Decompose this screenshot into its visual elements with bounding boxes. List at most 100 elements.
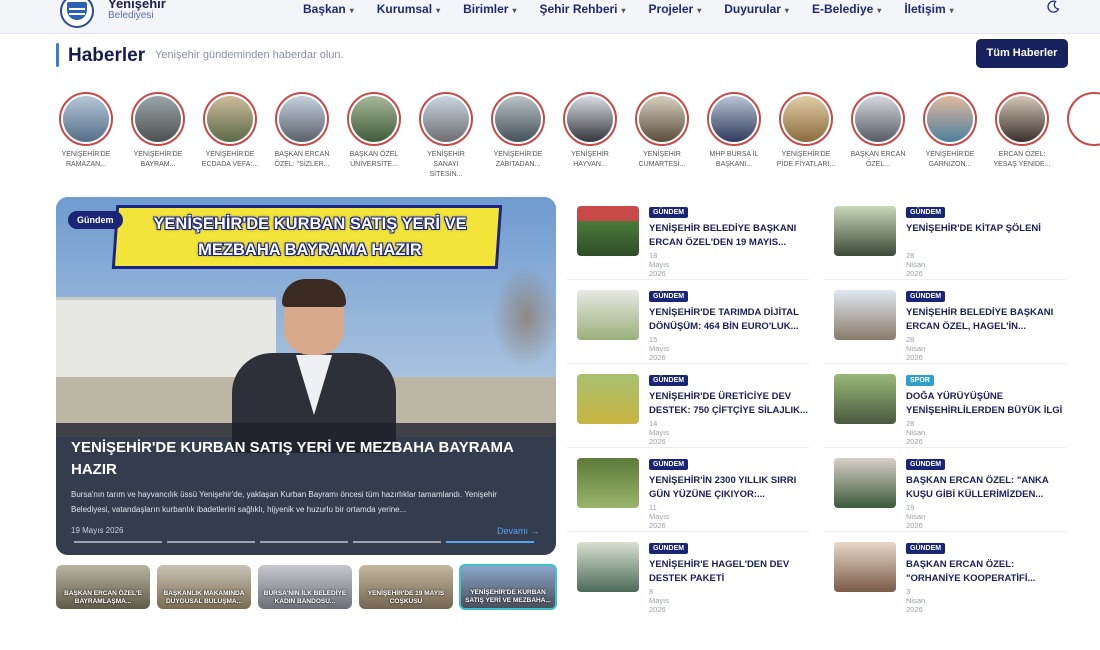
slider-thumbnail-active[interactable]: YENİŞEHİR'DE KURBAN SATIŞ YERİ VE MEZBAH… xyxy=(459,564,557,610)
story-caption: YENİŞEHİR HAYVAN... xyxy=(560,150,620,170)
nav-label: Başkan xyxy=(303,2,346,16)
nav-label: Şehir Rehberi xyxy=(539,2,618,16)
story-caption-line: MHP BURSA İL xyxy=(709,151,759,158)
news-date: 3 Nisan 2026 xyxy=(906,587,926,614)
hero-title[interactable]: YENİŞEHİR'DE KURBAN SATIŞ YERİ VE MEZBAH… xyxy=(71,437,551,481)
story-ring xyxy=(419,92,473,146)
story-thumbnail xyxy=(711,96,757,142)
brand-subtitle: Belediyesi xyxy=(108,10,154,21)
story-caption-line: YENİŞEHİR'DE xyxy=(781,151,831,158)
category-tag: GÜNDEM xyxy=(649,459,689,470)
story-caption-line: ZABITADAN... xyxy=(495,161,541,168)
nav-item-iletisim[interactable]: İletişim ▾ xyxy=(904,2,953,16)
story-item[interactable]: YENİŞEHİR'DE RAMAZAN... xyxy=(56,92,116,170)
divider xyxy=(567,447,809,448)
news-title[interactable]: YENİŞEHİR'DE KİTAP ŞÖLENİ xyxy=(906,222,1066,236)
story-item[interactable]: YENİŞEHİR'DE ZABITADAN... xyxy=(488,92,548,170)
story-item[interactable]: ERCAN ÖZEL: YESAŞ YENİDE... xyxy=(992,92,1052,170)
nav-item-e-belediye[interactable]: E-Belediye ▾ xyxy=(812,2,881,16)
slide-progress-bar xyxy=(167,541,255,543)
slider-thumbnail[interactable]: YENİŞEHİR'DE 19 MAYIS COŞKUSU xyxy=(359,565,453,609)
story-item-partial[interactable] xyxy=(1064,92,1100,146)
story-thumbnail xyxy=(423,96,469,142)
story-item[interactable]: BAŞKAN ERCAN ÖZEL: "SİZLER... xyxy=(272,92,332,170)
story-item[interactable]: YENİŞEHİR CUMARTESİ... xyxy=(632,92,692,170)
slide-progress-bar xyxy=(260,541,348,543)
slider-thumbnail[interactable]: BAŞKANLIK MAKAMINDA DUYGUSAL BULUŞMA... xyxy=(157,565,251,609)
story-item[interactable]: BAŞKAN ÖZEL ÜNİVERSİTE... xyxy=(344,92,404,170)
hero-photo-person xyxy=(232,279,396,453)
section-title: Haberler xyxy=(68,45,146,66)
story-item[interactable]: YENİŞEHİR'DE ECDADA VEFA:... xyxy=(200,92,260,170)
hero-banner-text: YENİŞEHİR'DE KURBAN SATIŞ YERİ VE MEZBAHA… xyxy=(120,211,500,263)
slide-progress-bar xyxy=(74,541,162,543)
chevron-down-icon: ▾ xyxy=(436,6,441,15)
category-tag: GÜNDEM xyxy=(649,291,689,302)
news-title[interactable]: BAŞKAN ERCAN ÖZEL: "ANKA KUŞU GİBİ KÜLLE… xyxy=(906,474,1066,502)
slider-thumbnail[interactable]: BURSA'NIN İLK BELEDİYE KADIN BANDOSU... xyxy=(258,565,352,609)
story-item[interactable]: YENİŞEHİR'DE PİDE FİYATLARI... xyxy=(776,92,836,170)
logo-stripe xyxy=(69,13,85,15)
story-thumbnail xyxy=(279,96,325,142)
story-item[interactable]: MHP BURSA İL BAŞKANI... xyxy=(704,92,764,170)
story-caption-line: YENİŞEHİR'DE xyxy=(61,151,111,158)
story-caption-line: BAŞKANI... xyxy=(715,161,753,168)
read-more-link[interactable]: Devamı → xyxy=(497,526,540,536)
chevron-down-icon: ▾ xyxy=(697,6,702,15)
story-ring xyxy=(275,92,329,146)
main-menu: Başkan ▾ Kurumsal ▾ Birimler ▾ Şehir Rehber… xyxy=(303,2,977,16)
story-item[interactable]: YENİŞEHİR SANAYİ SİTESİN... xyxy=(416,92,476,180)
news-title[interactable]: YENİŞEHİR'İN 2300 YILLIK SIRRI GÜN YÜZÜN… xyxy=(649,474,809,502)
story-thumbnail xyxy=(855,96,901,142)
chevron-down-icon: ▾ xyxy=(621,6,626,15)
news-title[interactable]: YENİŞEHİR'DE ÜRETİCİYE DEV DESTEK: 750 Ç… xyxy=(649,390,809,418)
chevron-down-icon: ▾ xyxy=(349,6,354,15)
story-item[interactable]: BAŞKAN ERCAN ÖZEL... xyxy=(848,92,908,170)
nav-item-birimler[interactable]: Birimler ▾ xyxy=(463,2,516,16)
story-thumbnail xyxy=(999,96,1045,142)
slide-progress-bar xyxy=(353,541,441,543)
featured-news-slider[interactable]: YENİŞEHİR'DE KURBAN SATIŞ YERİ VE MEZBAHA… xyxy=(56,197,556,555)
category-badge: Gündem xyxy=(68,211,123,229)
nav-item-baskan[interactable]: Başkan ▾ xyxy=(303,2,354,16)
story-item[interactable]: YENİŞEHİR'DE BAYRAM... xyxy=(128,92,188,170)
news-title[interactable]: YENİŞEHİR'DE TARIMDA DİJİTAL DÖNÜŞÜM: 46… xyxy=(649,306,809,334)
nav-label: E-Belediye xyxy=(811,2,874,16)
slider-thumbnail[interactable]: BAŞKAN ERCAN ÖZEL'E BAYRAMLAŞMA... xyxy=(56,565,150,609)
news-title[interactable]: BAŞKAN ERCAN ÖZEL: "ORHANİYE KOOPERATİFİ… xyxy=(906,558,1066,586)
logo-shield xyxy=(67,2,87,20)
news-date: 14 Mayıs 2026 xyxy=(649,419,670,446)
category-tag: GÜNDEM xyxy=(649,375,689,386)
nav-item-duyurular[interactable]: Duyurular ▾ xyxy=(724,2,789,16)
divider xyxy=(824,279,1066,280)
nav-item-sehir-rehberi[interactable]: Şehir Rehberi ▾ xyxy=(539,2,625,16)
municipality-logo[interactable] xyxy=(60,0,94,28)
divider xyxy=(824,531,1066,532)
story-ring xyxy=(347,92,401,146)
news-thumbnail xyxy=(577,206,639,256)
story-caption-line: ÖZEL: "SİZLER... xyxy=(274,161,330,168)
news-title[interactable]: YENİŞEHİR BELEDİYE BAŞKANI ERCAN ÖZEL'DE… xyxy=(649,222,809,250)
all-news-button[interactable]: Tüm Haberler xyxy=(976,39,1068,68)
nav-item-projeler[interactable]: Projeler ▾ xyxy=(649,2,702,16)
story-item[interactable]: YENİŞEHİR HAYVAN... xyxy=(560,92,620,170)
story-caption-line: ÖZEL... xyxy=(865,161,891,168)
news-title[interactable]: YENİŞEHİR BELEDİYE BAŞKANI ERCAN ÖZEL, H… xyxy=(906,306,1066,334)
story-caption-line: ERCAN ÖZEL: xyxy=(998,151,1046,158)
nav-label: Duyurular xyxy=(724,2,781,16)
news-title[interactable]: YENİŞEHİR'E HAGEL'DEN DEV DESTEK PAKETİ xyxy=(649,558,809,586)
nav-item-kurumsal[interactable]: Kurumsal ▾ xyxy=(377,2,440,16)
story-caption: YENİŞEHİR'DE BAYRAM... xyxy=(128,150,188,170)
news-thumbnail xyxy=(834,206,896,256)
story-item[interactable]: YENİŞEHİR'DE GARNİZON... xyxy=(920,92,980,170)
news-title[interactable]: DOĞA YÜRÜYÜŞÜNE YENİŞEHİRLİLERDEN BÜYÜK … xyxy=(906,390,1066,418)
dark-mode-moon-icon[interactable] xyxy=(1046,0,1060,14)
category-tag: GÜNDEM xyxy=(649,543,689,554)
section-subtitle: Yenişehir gündeminden haberdar olun. xyxy=(155,49,344,61)
thumbnail-label: YENİŞEHİR'DE KURBAN SATIŞ YERİ VE MEZBAH… xyxy=(465,589,551,604)
chevron-down-icon: ▾ xyxy=(512,6,517,15)
story-caption-line: BAŞKAN ERCAN xyxy=(274,151,330,158)
nav-label: İletişim xyxy=(904,2,946,16)
logo-stripe xyxy=(69,8,85,10)
story-caption: BAŞKAN ERCAN ÖZEL... xyxy=(848,150,908,170)
